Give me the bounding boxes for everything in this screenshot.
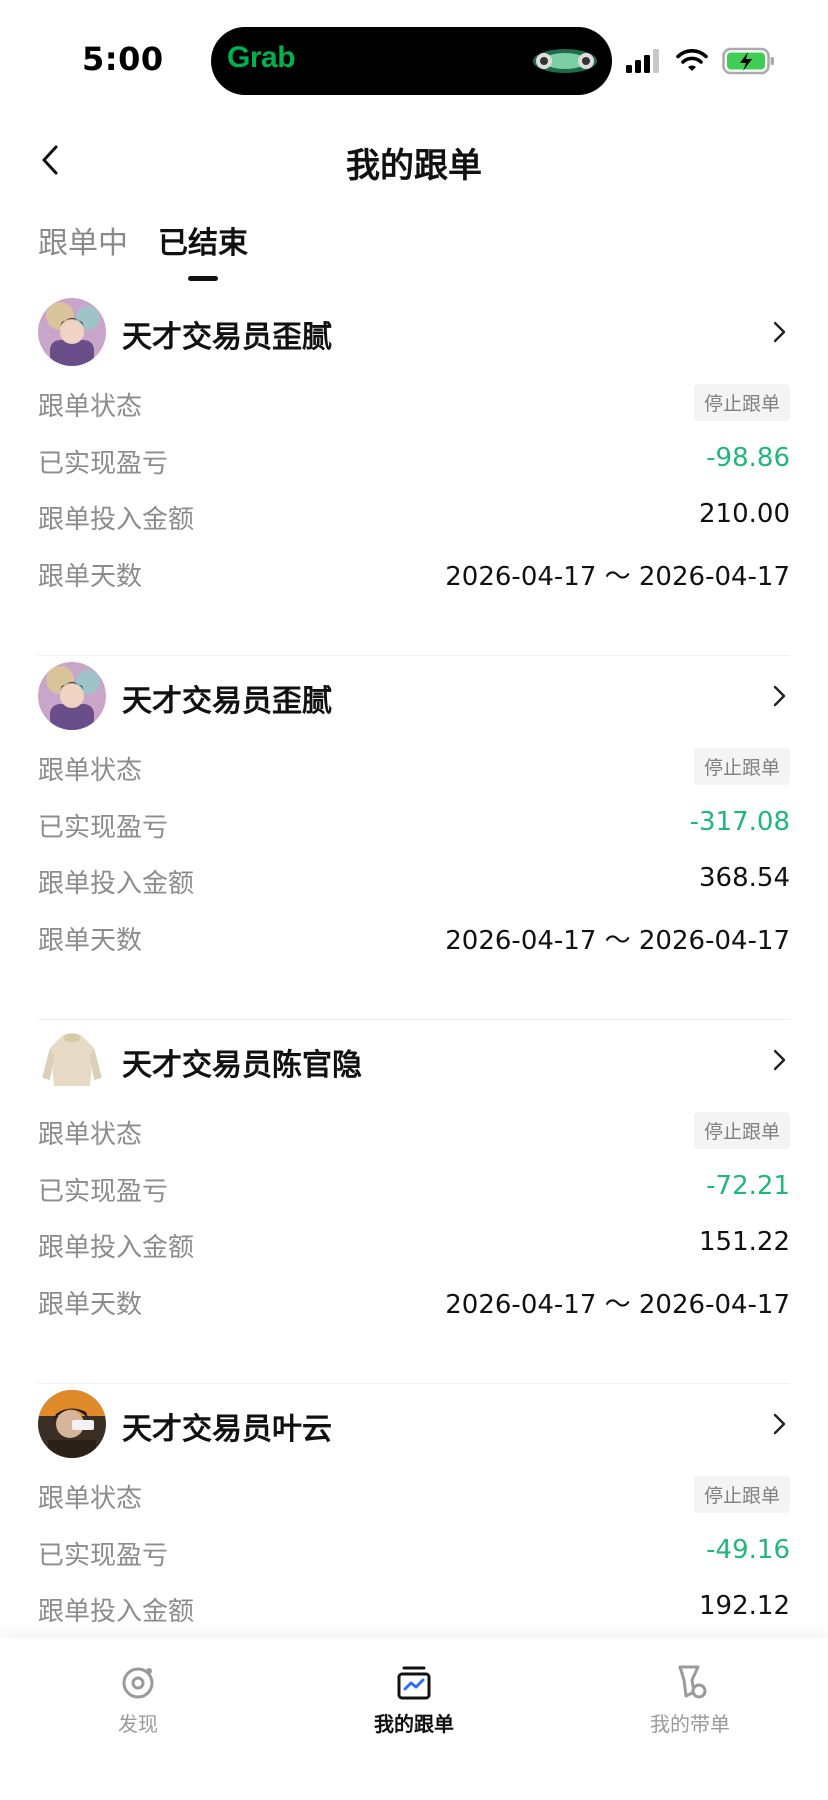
amount-value: 151.22 — [699, 1227, 790, 1257]
tab-following[interactable]: 跟单中 — [38, 218, 128, 288]
status-row: 跟单状态 停止跟单 — [38, 384, 790, 426]
pnl-value: -72.21 — [706, 1171, 790, 1201]
days-value: 2026-04-17 ～ 2026-04-17 — [445, 562, 790, 592]
bottom-tab-label: 我的跟单 — [374, 1712, 454, 1736]
wifi-icon — [676, 49, 708, 71]
status-label: 跟单状态 — [38, 1120, 143, 1150]
pnl-label: 已实现盈亏 — [38, 1177, 169, 1207]
pnl-row: 已实现盈亏 -317.08 — [38, 807, 790, 847]
chevron-right-icon — [773, 685, 786, 707]
status-label: 跟单状态 — [38, 392, 143, 422]
days-label: 跟单天数 — [38, 1290, 143, 1320]
pnl-row: 已实现盈亏 -98.86 — [38, 443, 790, 483]
status-badge: 停止跟单 — [693, 384, 790, 421]
chevron-right-icon — [773, 1049, 786, 1071]
bottom-tab-lead-trading[interactable]: 我的带单 — [610, 1662, 770, 1737]
status-row: 跟单状态 停止跟单 — [38, 1476, 790, 1518]
pnl-label: 已实现盈亏 — [38, 449, 169, 479]
status-badge: 停止跟单 — [693, 1112, 790, 1149]
amount-row: 跟单投入金额 151.22 — [38, 1227, 790, 1267]
days-value: 2026-04-17 ～ 2026-04-17 — [445, 1290, 790, 1320]
tab-bar: 跟单中 已结束 — [38, 218, 248, 288]
copy-trade-list: 天才交易员歪腻 跟单状态 停止跟单 已实现盈亏 -98.86 跟单投入金额 21… — [0, 292, 828, 1748]
tab-active-indicator — [188, 276, 218, 281]
nav-bar: 我的跟单 — [0, 120, 828, 200]
dynamic-island: Grab — [211, 27, 612, 95]
pnl-label: 已实现盈亏 — [38, 1541, 169, 1571]
avatar — [38, 662, 106, 730]
status-icons — [626, 44, 776, 78]
amount-value: 210.00 — [699, 499, 790, 529]
status-row: 跟单状态 停止跟单 — [38, 1112, 790, 1154]
amount-label: 跟单投入金额 — [38, 1233, 195, 1263]
copy-trade-card[interactable]: 天才交易员歪腻 跟单状态 停止跟单 已实现盈亏 -98.86 跟单投入金额 21… — [0, 292, 828, 656]
bottom-tab-copy-trading[interactable]: 我的跟单 — [334, 1662, 494, 1737]
amount-label: 跟单投入金额 — [38, 1597, 195, 1627]
status-badge: 停止跟单 — [693, 748, 790, 785]
amount-value: 368.54 — [699, 863, 790, 893]
days-value: 2026-04-17 ～ 2026-04-17 — [445, 926, 790, 956]
trader-name: 天才交易员陈官隐 — [122, 1048, 362, 1083]
trader-name: 天才交易员叶云 — [122, 1412, 332, 1447]
bottom-tab-bar: 发现 我的跟单 我的带单 — [0, 1638, 828, 1800]
discover-icon — [122, 1667, 154, 1699]
chevron-right-icon — [773, 321, 786, 343]
days-label: 跟单天数 — [38, 562, 143, 592]
tab-label: 跟单中 — [38, 226, 128, 261]
copy-trade-card[interactable]: 天才交易员歪腻 跟单状态 停止跟单 已实现盈亏 -317.08 跟单投入金额 3… — [0, 656, 828, 1020]
avatar — [38, 298, 106, 366]
trader-name: 天才交易员歪腻 — [122, 684, 332, 719]
days-row: 跟单天数 2026-04-17 ～ 2026-04-17 — [38, 920, 790, 960]
amount-row: 跟单投入金额 210.00 — [38, 499, 790, 539]
tab-ended[interactable]: 已结束 — [158, 218, 248, 288]
pnl-label: 已实现盈亏 — [38, 813, 169, 843]
status-row: 跟单状态 停止跟单 — [38, 748, 790, 790]
bottom-tab-discover[interactable]: 发现 — [58, 1662, 218, 1737]
status-time: 5:00 — [82, 40, 164, 78]
amount-label: 跟单投入金额 — [38, 505, 195, 535]
grab-logo: Grab — [227, 41, 296, 74]
status-bar: 5:00 Grab — [0, 0, 828, 120]
pnl-row: 已实现盈亏 -49.16 — [38, 1535, 790, 1575]
amount-label: 跟单投入金额 — [38, 869, 195, 899]
amount-row: 跟单投入金额 368.54 — [38, 863, 790, 903]
days-row: 跟单天数 2026-04-17 ～ 2026-04-17 — [38, 556, 790, 596]
days-row: 跟单天数 2026-04-17 ～ 2026-04-17 — [38, 1284, 790, 1324]
bottom-tab-label: 我的带单 — [650, 1712, 730, 1736]
motorbike-icon — [533, 49, 597, 73]
battery-charging-icon — [722, 47, 774, 75]
status-badge: 停止跟单 — [693, 1476, 790, 1513]
avatar — [38, 1026, 106, 1094]
days-label: 跟单天数 — [38, 926, 143, 956]
pnl-value: -317.08 — [689, 807, 790, 837]
page-title: 我的跟单 — [346, 146, 482, 186]
signal-icon — [626, 49, 659, 73]
amount-row: 跟单投入金额 192.12 — [38, 1591, 790, 1631]
copy-trade-card[interactable]: 天才交易员陈官隐 跟单状态 停止跟单 已实现盈亏 -72.21 跟单投入金额 1… — [0, 1020, 828, 1384]
trader-name: 天才交易员歪腻 — [122, 320, 332, 355]
status-label: 跟单状态 — [38, 756, 143, 786]
pnl-value: -98.86 — [706, 443, 790, 473]
pnl-row: 已实现盈亏 -72.21 — [38, 1171, 790, 1211]
status-label: 跟单状态 — [38, 1484, 143, 1514]
chevron-right-icon — [773, 1413, 786, 1435]
avatar — [38, 1390, 106, 1458]
bottom-tab-label: 发现 — [118, 1712, 158, 1736]
tab-label: 已结束 — [158, 226, 248, 261]
amount-value: 192.12 — [699, 1591, 790, 1621]
lead-trading-icon — [678, 1665, 707, 1699]
pnl-value: -49.16 — [706, 1535, 790, 1565]
copy-trading-icon — [397, 1666, 431, 1700]
